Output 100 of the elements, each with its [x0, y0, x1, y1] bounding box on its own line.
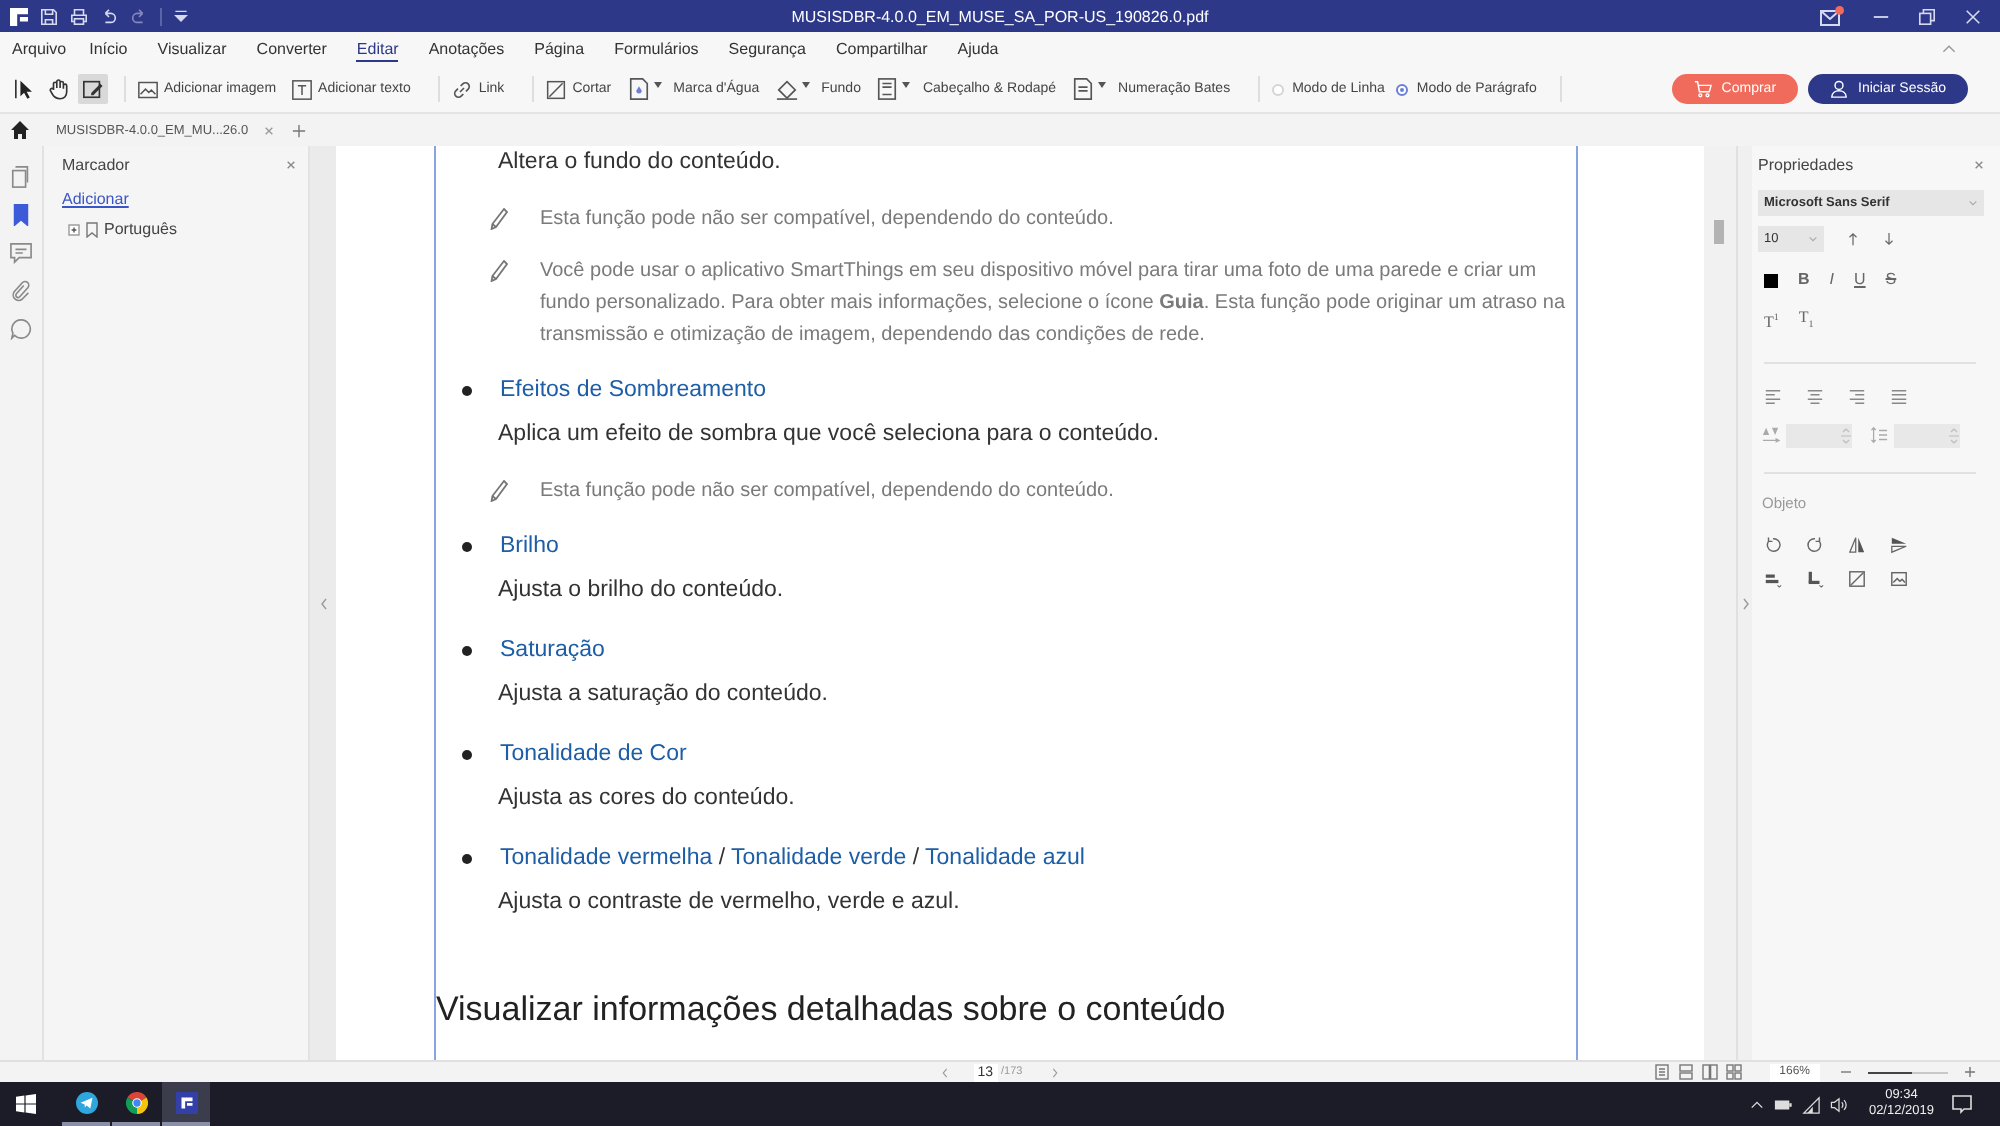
- continuous-page-icon[interactable]: [1677, 1064, 1694, 1080]
- panel-title: Marcador: [62, 156, 130, 174]
- plus-box-icon[interactable]: [68, 223, 80, 235]
- minus-icon[interactable]: [1840, 1066, 1852, 1078]
- print-icon[interactable]: [70, 7, 88, 25]
- scrollbar-thumb[interactable]: [1714, 220, 1724, 244]
- paper-plane-icon: [75, 1091, 97, 1113]
- notification-icon[interactable]: [1952, 1094, 1972, 1114]
- crop-icon[interactable]: [1848, 569, 1866, 588]
- speaker-icon[interactable]: [1830, 1095, 1849, 1113]
- save-icon[interactable]: [40, 7, 58, 25]
- close-icon[interactable]: [1974, 160, 1984, 170]
- flip-horizontal-icon[interactable]: [1848, 535, 1866, 554]
- menu-item[interactable]: Segurança: [713, 32, 821, 66]
- menu-item[interactable]: Visualizar: [142, 32, 242, 66]
- arrange-icon[interactable]: [1806, 569, 1824, 588]
- body-text: Ajusta a saturação do conteúdo.: [498, 680, 830, 710]
- restore-icon[interactable]: [1918, 7, 1936, 25]
- body-text: Ajusta o contraste de vermelho, verde e azul.: [498, 888, 962, 918]
- bold-button[interactable]: B: [1798, 270, 1810, 290]
- add-bookmark-link[interactable]: Adicionar: [62, 190, 129, 208]
- person-icon: [1830, 80, 1849, 98]
- round-bubble-icon[interactable]: [10, 318, 32, 340]
- caret-down-icon: [1808, 234, 1818, 244]
- bookmark-icon[interactable]: [10, 204, 32, 226]
- letter-spacing-icon: [1762, 426, 1780, 445]
- subscript-button[interactable]: T$_{1}$: [1798, 308, 1814, 338]
- menu-item[interactable]: Início: [74, 32, 143, 66]
- menu-item[interactable]: Ajuda: [942, 32, 1014, 66]
- color-wheel-icon: [125, 1091, 147, 1113]
- close-icon[interactable]: [286, 160, 296, 170]
- scrollbar[interactable]: [1704, 146, 1736, 1060]
- bookmark-icon: [84, 221, 100, 237]
- feature-heading: Tonalidade de Cor: [500, 740, 687, 770]
- arrow-up-icon[interactable]: [1846, 232, 1860, 246]
- comment-icon[interactable]: [10, 242, 32, 264]
- caret-right-icon[interactable]: [1741, 597, 1749, 609]
- document-icon: [1072, 78, 1095, 100]
- bullet-icon: [462, 749, 472, 759]
- italic-button[interactable]: I: [1829, 270, 1835, 290]
- feature-heading: Efeitos de Sombreamento: [500, 376, 766, 406]
- radio-button[interactable]: [1396, 83, 1409, 95]
- battery-icon[interactable]: [1774, 1095, 1793, 1113]
- app-logo-icon: [10, 7, 28, 25]
- align-center-icon[interactable]: [1806, 387, 1824, 406]
- pages-icon[interactable]: [10, 166, 32, 188]
- document-lines-icon: [876, 78, 899, 100]
- menu-item[interactable]: Converter: [241, 32, 342, 66]
- grid-icon[interactable]: [1725, 1064, 1742, 1080]
- menu-item[interactable]: Formulários: [599, 32, 714, 66]
- align-left-icon[interactable]: [1764, 387, 1782, 406]
- align-right-icon[interactable]: [1848, 387, 1866, 406]
- mail-icon[interactable]: [1820, 6, 1844, 26]
- picture-icon: [138, 79, 158, 99]
- single-page-icon[interactable]: [1653, 1064, 1670, 1080]
- bullet-icon: [462, 541, 472, 551]
- picture-icon[interactable]: [1890, 569, 1908, 588]
- menu-item[interactable]: Página: [519, 32, 600, 66]
- feature-heading: Tonalidade vermelha / Tonalidade verde / Tonalidade azul: [500, 844, 1085, 874]
- section-heading: Visualizar informações detalhadas sobre o conteúdo: [436, 988, 1228, 1032]
- two-page-icon[interactable]: [1701, 1064, 1718, 1080]
- pencil-icon: [490, 480, 508, 502]
- redo-icon[interactable]: [130, 7, 148, 25]
- caret-down-icon[interactable]: [174, 9, 188, 23]
- windows-logo-icon[interactable]: [16, 1094, 36, 1114]
- menu-item[interactable]: Arquivo: [0, 32, 75, 66]
- tree-item[interactable]: Português: [68, 220, 177, 238]
- line-spacing-field[interactable]: [1894, 423, 1960, 448]
- signal-icon[interactable]: [1802, 1095, 1821, 1113]
- body-text: Ajusta as cores do conteúdo.: [498, 784, 797, 814]
- panel-title: Propriedades: [1758, 156, 1854, 174]
- justify-icon[interactable]: [1890, 387, 1908, 406]
- menu-item[interactable]: Anotações: [413, 32, 520, 66]
- letter-spacing-field[interactable]: [1786, 423, 1852, 448]
- note-text: Você pode usar o aplicativo SmartThings em seu dispositivo móvel para tirar uma foto de uma parede e criar um fundo personalizado. Para obter mais informações, selecione o ícone Guia. Esta função pode originar um atraso na transmissão e otimização de imagem, dependendo das condições de rede.: [540, 258, 1568, 350]
- pencil-icon: [490, 260, 508, 282]
- tool-button[interactable]: [78, 74, 108, 104]
- edit-icon: [82, 78, 104, 100]
- taskbar-app-button[interactable]: [162, 1082, 210, 1126]
- arrow-down-icon[interactable]: [1882, 232, 1896, 246]
- flip-vertical-icon[interactable]: [1890, 535, 1908, 554]
- superscript-button[interactable]: T$^{1}$: [1764, 310, 1779, 335]
- bullet-icon: [462, 853, 472, 863]
- plus-icon[interactable]: [1964, 1066, 1976, 1078]
- caret-down-icon: [801, 82, 810, 88]
- paperclip-icon[interactable]: [10, 280, 32, 302]
- rotate-right-icon[interactable]: [1806, 535, 1824, 554]
- menu-item[interactable]: Compartilhar: [821, 32, 943, 66]
- plus-icon[interactable]: [292, 123, 307, 137]
- underline-button[interactable]: U: [1854, 270, 1866, 290]
- home-icon[interactable]: [10, 120, 30, 140]
- caret-down-icon: [1098, 82, 1107, 88]
- rotate-left-icon[interactable]: [1764, 535, 1782, 554]
- text-color-icon[interactable]: [1764, 273, 1778, 287]
- align-objects-icon[interactable]: [1764, 569, 1782, 588]
- undo-icon[interactable]: [100, 7, 118, 25]
- pointer-icon: [14, 78, 36, 100]
- hand-icon: [48, 78, 70, 100]
- strike-button[interactable]: S: [1885, 270, 1897, 290]
- tool-button[interactable]: [44, 74, 74, 104]
